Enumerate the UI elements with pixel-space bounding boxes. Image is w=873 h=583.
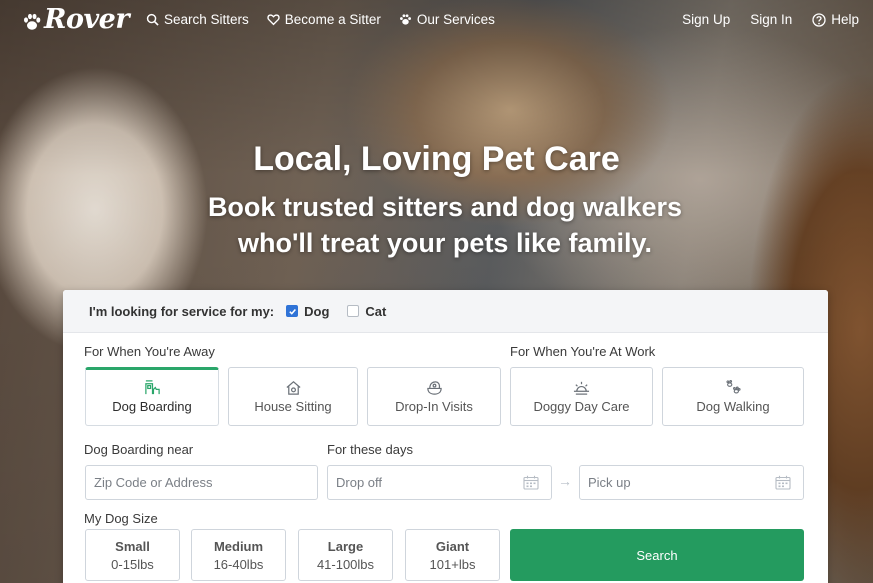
nav-links: Search Sitters Become a Sitter Our Servi… bbox=[146, 12, 495, 27]
size-medium[interactable]: Medium 16-40lbs bbox=[191, 529, 286, 581]
size-giant[interactable]: Giant 101+lbs bbox=[405, 529, 500, 581]
nav-become-sitter-label: Become a Sitter bbox=[284, 12, 381, 27]
sun-icon bbox=[573, 381, 590, 395]
size-large-name: Large bbox=[327, 539, 364, 554]
calendar-icon[interactable] bbox=[523, 475, 539, 490]
cat-checkbox-label: Cat bbox=[365, 303, 387, 319]
house-dog-icon bbox=[144, 380, 160, 395]
pickup-input[interactable] bbox=[588, 475, 803, 490]
nav-search-sitters[interactable]: Search Sitters bbox=[146, 12, 249, 27]
nav-our-services-label: Our Services bbox=[416, 12, 495, 27]
nav-account: Sign Up Sign In Help bbox=[682, 12, 859, 27]
at-work-label: For When You're At Work bbox=[510, 344, 656, 359]
sign-up-label: Sign Up bbox=[682, 12, 731, 27]
search-button[interactable]: Search bbox=[510, 529, 804, 581]
size-medium-weight: 16-40lbs bbox=[213, 557, 264, 572]
size-small-name: Small bbox=[115, 539, 150, 554]
nav-become-sitter[interactable]: Become a Sitter bbox=[267, 12, 381, 27]
service-dog-walking-label: Dog Walking bbox=[696, 399, 770, 414]
size-small-weight: 0-15lbs bbox=[111, 557, 154, 572]
pet-type-bar: I'm looking for service for my: Dog Cat bbox=[63, 290, 828, 333]
dog-checkbox[interactable]: Dog bbox=[286, 304, 329, 319]
size-large[interactable]: Large 41-100lbs bbox=[298, 529, 393, 581]
nav-search-sitters-label: Search Sitters bbox=[164, 12, 249, 27]
help-icon bbox=[812, 12, 826, 27]
dropoff-input[interactable] bbox=[336, 475, 551, 490]
service-doggy-day-care[interactable]: Doggy Day Care bbox=[510, 367, 653, 426]
service-dog-boarding[interactable]: Dog Boarding bbox=[85, 367, 219, 426]
search-icon bbox=[146, 13, 159, 26]
hero-subtitle-line2: who'll treat your pets like family. bbox=[237, 228, 653, 258]
bowl-icon bbox=[426, 381, 442, 395]
sign-in-link[interactable]: Sign In bbox=[750, 12, 792, 27]
hero-title: Local, Loving Pet Care bbox=[253, 140, 620, 178]
top-nav: Rover Search Sitters Become a Sitter Our… bbox=[0, 0, 873, 40]
brand-name: Rover bbox=[44, 4, 130, 35]
address-field[interactable] bbox=[85, 465, 318, 500]
size-giant-weight: 101+lbs bbox=[429, 557, 476, 572]
house-icon bbox=[285, 381, 301, 395]
service-drop-in-visits[interactable]: Drop-In Visits bbox=[367, 367, 501, 426]
check-icon bbox=[288, 308, 296, 315]
away-label: For When You're Away bbox=[84, 344, 215, 359]
size-giant-name: Giant bbox=[435, 539, 470, 554]
paw-prints-icon bbox=[725, 379, 741, 394]
days-label: For these days bbox=[327, 442, 413, 457]
cat-checkbox-box[interactable] bbox=[347, 305, 360, 317]
paw-logo-icon bbox=[24, 13, 41, 30]
help-label: Help bbox=[831, 12, 859, 27]
paw-icon bbox=[399, 14, 411, 25]
size-label: My Dog Size bbox=[84, 511, 158, 526]
size-small[interactable]: Small 0-15lbs bbox=[85, 529, 180, 581]
nav-our-services[interactable]: Our Services bbox=[399, 12, 495, 27]
service-drop-in-visits-label: Drop-In Visits bbox=[395, 399, 473, 414]
size-medium-name: Medium bbox=[213, 539, 264, 554]
sign-up-link[interactable]: Sign Up bbox=[682, 12, 730, 27]
heart-icon bbox=[267, 14, 280, 26]
search-panel: I'm looking for service for my: Dog Cat … bbox=[63, 290, 828, 583]
pickup-field[interactable] bbox=[579, 465, 804, 500]
date-range-arrow: → bbox=[558, 473, 572, 489]
size-large-weight: 41-100lbs bbox=[316, 557, 375, 572]
dog-checkbox-box[interactable] bbox=[286, 305, 299, 317]
hero-subtitle-line1: Book trusted sitters and dog walkers bbox=[207, 192, 683, 222]
cat-checkbox[interactable]: Cat bbox=[347, 304, 386, 319]
calendar-icon[interactable] bbox=[775, 475, 791, 490]
service-dog-boarding-label: Dog Boarding bbox=[112, 399, 192, 414]
service-house-sitting-label: House Sitting bbox=[254, 399, 332, 414]
service-dog-walking[interactable]: Dog Walking bbox=[662, 367, 804, 426]
pet-type-label: I'm looking for service for my: bbox=[89, 303, 275, 319]
help-link[interactable]: Help bbox=[812, 12, 859, 27]
dropoff-field[interactable] bbox=[327, 465, 552, 500]
service-house-sitting[interactable]: House Sitting bbox=[228, 367, 358, 426]
rover-logo[interactable]: Rover bbox=[22, 4, 130, 35]
dog-checkbox-label: Dog bbox=[304, 303, 330, 319]
hero-subtitle: Book trusted sitters and dog walkers who… bbox=[0, 189, 873, 261]
near-label: Dog Boarding near bbox=[84, 442, 194, 457]
address-input[interactable] bbox=[94, 475, 317, 490]
service-doggy-day-care-label: Doggy Day Care bbox=[533, 399, 630, 414]
sign-in-label: Sign In bbox=[750, 12, 793, 27]
